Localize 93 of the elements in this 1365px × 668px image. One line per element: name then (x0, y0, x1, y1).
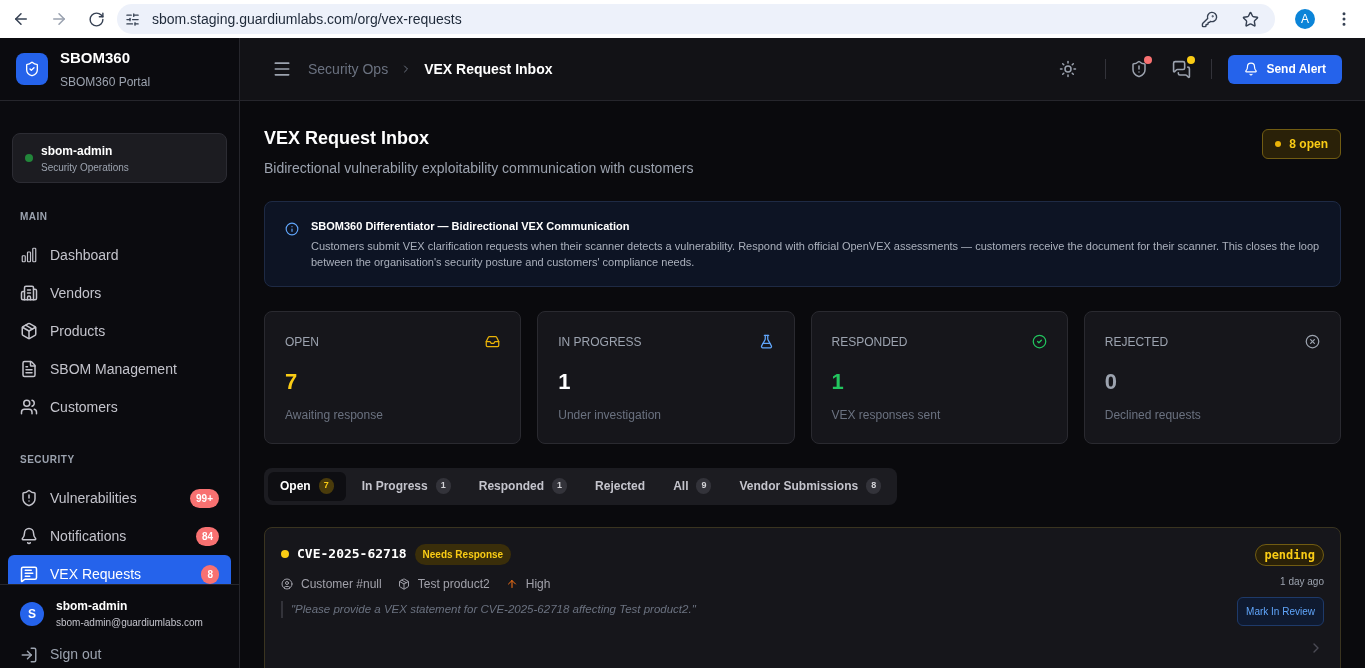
customer-name: Customer #null (301, 575, 382, 593)
user-avatar: S (20, 601, 44, 626)
cve-id: CVE-2025-62718 (297, 545, 407, 564)
menu-icon[interactable] (272, 59, 292, 79)
flask-icon (758, 334, 774, 349)
address-bar[interactable]: sbom.staging.guardiumlabs.com/org/vex-requests (117, 4, 1275, 34)
tab-count: 9 (696, 478, 712, 494)
site-settings-icon[interactable] (125, 11, 140, 27)
sidebar-item[interactable]: Vulnerabilities 99+ (8, 479, 231, 517)
logo-icon (16, 53, 48, 85)
brand-name: SBOM360 (60, 47, 132, 68)
reload-icon[interactable] (88, 10, 105, 28)
request-age: 1 day ago (1280, 574, 1324, 589)
url-text: sbom.staging.guardiumlabs.com/org/vex-requests (152, 9, 463, 29)
stat-label: IN PROGRESS (558, 333, 642, 351)
tab-count: 1 (552, 478, 568, 494)
breadcrumb-link[interactable]: Security Ops (308, 58, 389, 80)
sidebar-item[interactable]: SBOM Management (8, 350, 231, 388)
stat-caption: VEX responses sent (831, 406, 942, 424)
inbox-icon (485, 334, 501, 349)
bar-chart-icon (20, 246, 38, 264)
tab-count: 8 (866, 478, 882, 494)
stat-value: 1 (831, 367, 845, 396)
messages-icon[interactable] (1172, 59, 1192, 79)
filter-tab[interactable]: Vendor Submissions 8 (727, 471, 894, 501)
document-icon (20, 360, 38, 378)
page-title: VEX Request Inbox (264, 127, 431, 150)
tab-count: 1 (435, 478, 451, 494)
sidebar-item[interactable]: Notifications 84 (8, 517, 231, 555)
bell-icon (1244, 62, 1259, 76)
filter-tab[interactable]: Open 7 (268, 471, 346, 501)
message-icon (20, 565, 38, 583)
stat-label: RESPONDED (831, 333, 908, 351)
filter-tab[interactable]: Rejected (583, 471, 658, 501)
status-badge: pending (1255, 543, 1324, 566)
check-circle-icon (1031, 334, 1047, 349)
stat-caption: Declined requests (1104, 406, 1202, 424)
building-icon (20, 284, 38, 302)
user-name: sbom-admin (56, 598, 129, 615)
user-email: sbom-admin@guardiumlabs.com (56, 616, 203, 630)
count-badge: 8 (201, 564, 219, 584)
sidebar-item[interactable]: Products (8, 312, 231, 350)
x-circle-icon (1305, 334, 1320, 349)
bell-icon (20, 527, 38, 545)
open-count-badge: 8 open (1262, 129, 1341, 159)
stat-label: REJECTED (1104, 333, 1169, 351)
org-name: sbom-admin (41, 142, 114, 160)
stat-value: 7 (285, 367, 299, 396)
severity-text: High (525, 575, 551, 593)
info-title: SBOM360 Differentiator — Bidirectional VEX Communication (311, 219, 631, 234)
tab-count: 7 (318, 478, 334, 494)
key-icon[interactable] (1201, 10, 1218, 28)
users-icon (20, 398, 38, 416)
count-badge: 99+ (190, 488, 219, 508)
organization-card[interactable]: sbom-admin Security Operations (12, 133, 227, 183)
sidebar-item[interactable]: Customers (8, 388, 231, 426)
bookmark-icon[interactable] (1242, 10, 1259, 28)
breadcrumb-current: VEX Request Inbox (424, 59, 554, 79)
count-badge: 84 (195, 526, 219, 546)
info-text: Customers submit VEX clarification requests when their scanner detects a vulnerability. Respond with official OpenVEX assessments — customers receive the document for their scanner. This closes the loop between the organisation's security posture and customers' compliance needs. (311, 238, 1320, 270)
theme-icon[interactable] (1059, 60, 1078, 78)
sign-out-icon (20, 645, 38, 664)
sign-out-link[interactable]: Sign out (20, 644, 219, 665)
stat-caption: Under investigation (558, 406, 662, 424)
stat-value: 1 (558, 367, 572, 396)
user-icon (281, 577, 293, 590)
mark-in-review-button[interactable]: Mark In Review (1237, 596, 1324, 626)
filter-tab[interactable]: All 9 (661, 471, 724, 501)
sidebar-item[interactable]: Dashboard (8, 236, 231, 274)
product-name: Test product2 (417, 575, 490, 593)
page-subtitle: Bidirectional vulnerability exploitability communication with customers (264, 159, 695, 178)
stat-caption: Awaiting response (285, 406, 384, 424)
info-icon (285, 222, 299, 236)
forward-icon[interactable] (50, 10, 68, 28)
box-icon (397, 577, 410, 590)
stat-value: 0 (1104, 367, 1118, 396)
sidebar-item[interactable]: Vendors (8, 274, 231, 312)
sidebar-item[interactable]: VEX Requests 8 (8, 555, 231, 584)
send-alert-button[interactable]: Send Alert (1228, 54, 1342, 84)
org-role: Security Operations (41, 160, 129, 175)
filter-tab[interactable]: Responded 1 (466, 471, 580, 501)
stat-label: OPEN (285, 333, 319, 351)
box-icon (20, 322, 38, 340)
filter-tab[interactable]: In Progress 1 (349, 471, 463, 501)
arrow-up-icon (505, 577, 518, 590)
status-tag: Needs Response (414, 543, 512, 565)
profile-avatar[interactable]: A (1295, 9, 1315, 29)
back-icon[interactable] (12, 10, 30, 28)
request-card[interactable]: CVE-2025-62718 Needs Response Customer #null Test product2 High "Please provide a VEX statement for CVE-2025-62718 affecting Test product2." pending 1 day ago Mark In Review (264, 526, 1341, 668)
section-heading: SECURITY (19, 453, 76, 467)
section-heading: MAIN (19, 210, 49, 224)
shield-icon (20, 489, 38, 507)
brand-subtitle: SBOM360 Portal (60, 74, 151, 92)
